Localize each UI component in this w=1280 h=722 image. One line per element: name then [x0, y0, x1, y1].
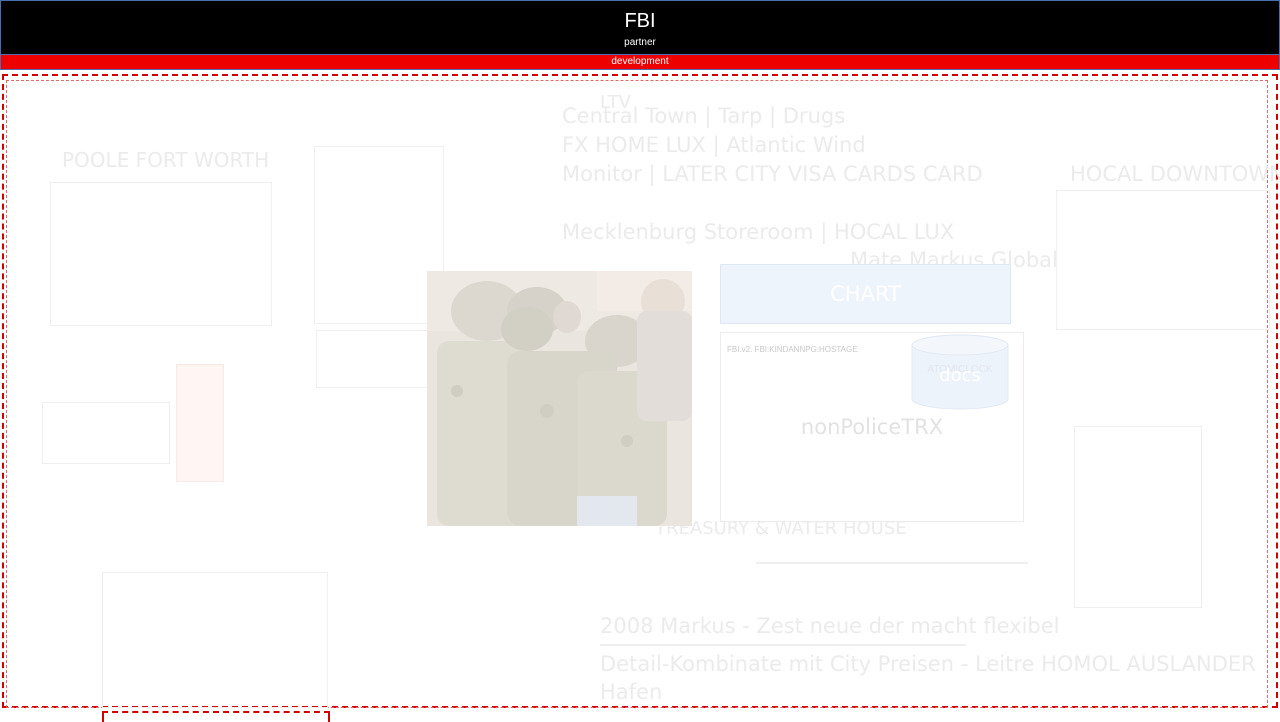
- background-box-right-lower: [1074, 426, 1202, 608]
- tactical-team-photo: [427, 271, 692, 526]
- background-box-right: [1056, 190, 1270, 330]
- app-title: FBI: [624, 10, 656, 32]
- background-line-2: FX HOME LUX | Atlantic Wind: [562, 133, 866, 157]
- docs-cylinder[interactable]: ATOMICLOCK docs: [911, 333, 1009, 413]
- background-box-upper-mid: [314, 146, 444, 324]
- chart-button[interactable]: CHART: [720, 264, 1011, 324]
- photo-image: [427, 271, 692, 526]
- canvas-bottom-tab[interactable]: [102, 711, 330, 722]
- background-bottom-line-1: 2008 Markus - Zest neue der macht flexib…: [600, 614, 1060, 638]
- hostage-panel[interactable]: FBI.v2. FBI:KINDANNPG:HOSTAGE ATOMICLOCK…: [720, 332, 1024, 522]
- background-left-city: POOLE FORT WORTH: [62, 148, 270, 172]
- background-box-accent: [176, 364, 224, 482]
- background-box-mid: [316, 330, 438, 388]
- environment-banner: development: [0, 55, 1280, 70]
- background-box-bottom-left: [102, 572, 328, 708]
- cylinder-label: docs: [939, 365, 981, 386]
- panel-label: nonPoliceTRX: [800, 415, 944, 439]
- background-bottom-line-3: Hafen: [600, 680, 663, 704]
- panel-tag: FBI.v2. FBI:KINDANNPG:HOSTAGE: [727, 345, 858, 354]
- app-subtitle: partner: [624, 37, 656, 48]
- background-underline: [600, 644, 966, 646]
- app-header: FBI partner: [0, 0, 1280, 55]
- environment-label: development: [611, 56, 669, 67]
- background-box-left: [50, 182, 272, 326]
- background-line-4: Mecklenburg Storeroom | HOCAL LUX: [562, 220, 955, 244]
- background-mid-divider: [756, 562, 1028, 564]
- background-right-line: HOCAL DOWNTOWN: [1070, 162, 1280, 186]
- background-line-3: Monitor | LATER CITY VISA CARDS CARD: [562, 162, 983, 186]
- background-bottom-line-2: Detail-Kombinate mit City Preisen - Leit…: [600, 652, 1256, 676]
- background-line-1: Central Town | Tarp | Drugs: [562, 104, 846, 128]
- background-box-small: [42, 402, 170, 464]
